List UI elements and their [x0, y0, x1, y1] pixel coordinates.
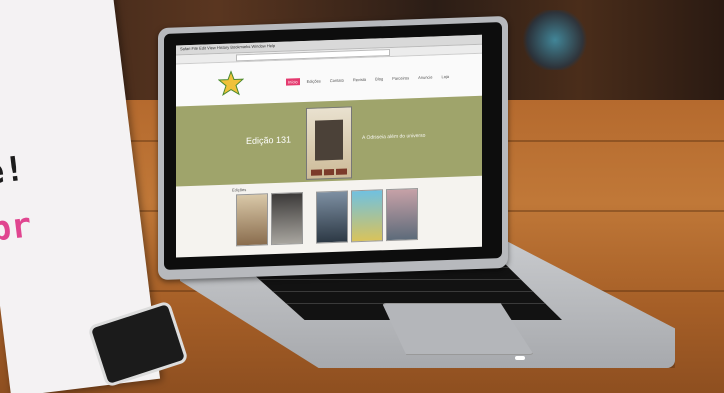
nav-item[interactable]: Loja — [440, 73, 452, 80]
hero-banner: Edição 131 A Odisseia além do universo — [176, 95, 482, 187]
nav-item[interactable]: Revista — [351, 76, 368, 84]
neon-sign — [520, 10, 590, 70]
site-nav: Início Edições Contato Revista Blog Parc… — [286, 73, 451, 86]
cover-buttons — [311, 168, 348, 176]
screen-bezel: Safari File Edit View History Bookmarks … — [164, 22, 502, 270]
browser-menu-text: Safari File Edit View History Bookmarks … — [180, 43, 276, 52]
hero-caption: A Odisseia além do universo — [362, 132, 426, 141]
edition-thumbnail[interactable] — [386, 188, 418, 242]
nav-item[interactable]: Edições — [305, 77, 323, 85]
laptop-screen: Safari File Edit View History Bookmarks … — [176, 34, 482, 258]
cover-button[interactable] — [323, 168, 335, 176]
edition-thumbnail[interactable] — [236, 193, 268, 247]
edition-thumbnail[interactable] — [271, 192, 303, 246]
sign-line-1: e! — [0, 148, 27, 194]
nav-item[interactable]: Contato — [328, 77, 346, 85]
cover-button[interactable] — [336, 168, 348, 175]
hero-title: Edição 131 — [246, 134, 292, 147]
sleep-indicator-light — [515, 356, 525, 360]
cover-button[interactable] — [311, 169, 322, 176]
magazine-cover[interactable] — [306, 106, 352, 180]
editions-section: Edições — [176, 176, 482, 258]
star-logo-icon[interactable] — [218, 70, 244, 97]
section-label: Edições — [232, 187, 247, 193]
edition-thumbnail[interactable] — [316, 190, 348, 244]
laptop-lid: Safari File Edit View History Bookmarks … — [158, 15, 508, 281]
cover-safe-image — [315, 119, 343, 161]
scene: e! br Safari File Edit View History Book… — [0, 0, 724, 393]
edition-thumbnail[interactable] — [351, 189, 383, 243]
nav-item[interactable]: Início — [286, 78, 300, 86]
nav-item[interactable]: Parceiros — [390, 74, 411, 82]
nav-item[interactable]: Blog — [373, 75, 385, 82]
sign-line-2: br — [0, 205, 34, 250]
nav-item[interactable]: Anuncie — [416, 73, 434, 81]
